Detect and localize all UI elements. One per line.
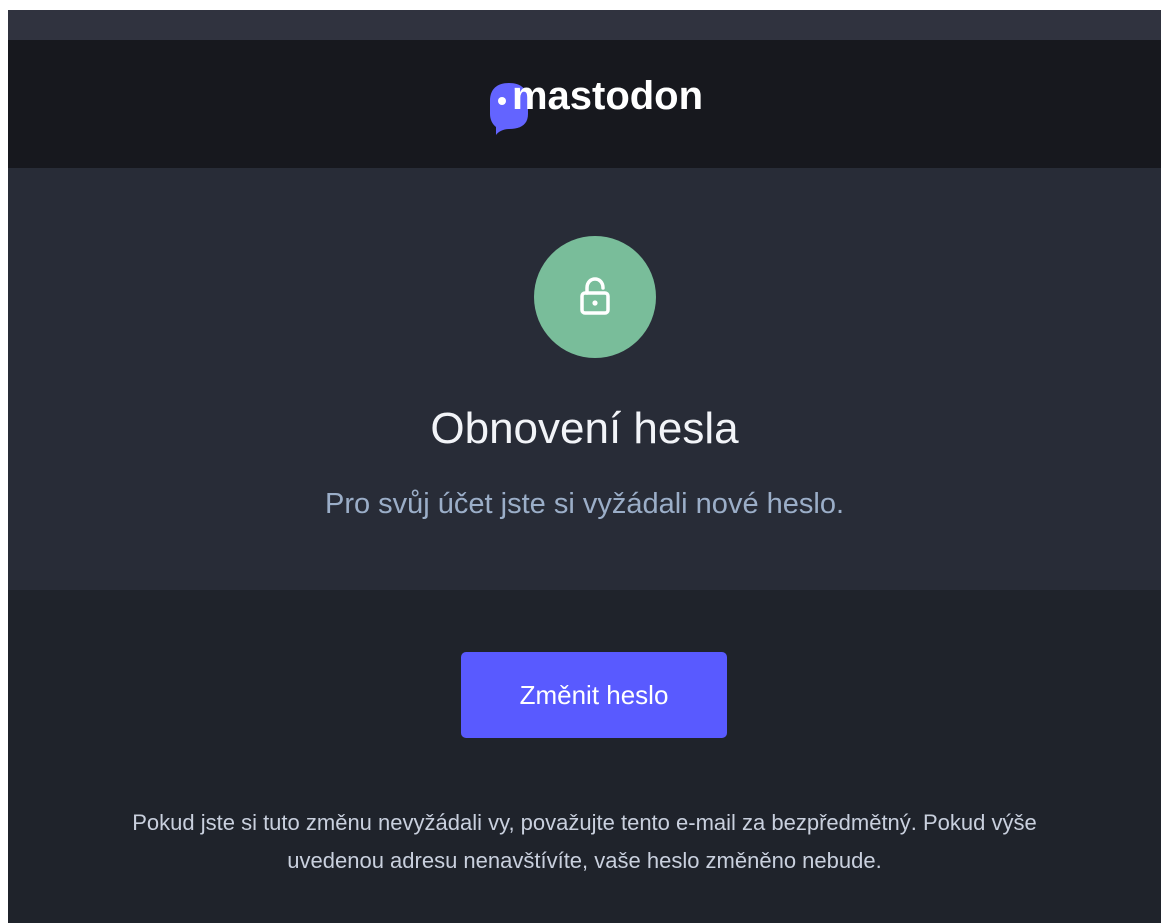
brand: mastodon <box>480 73 704 135</box>
brand-header: mastodon <box>8 40 1161 168</box>
unlock-icon-circle <box>534 236 656 358</box>
hero-section: Obnovení hesla Pro svůj účet jste si vyž… <box>8 168 1161 590</box>
top-strip <box>8 10 1161 40</box>
unlock-icon <box>580 277 610 315</box>
notice-line-2: uvedenou adresu nenavštívíte, vaše heslo… <box>287 848 882 873</box>
brand-name: mastodon <box>511 73 704 118</box>
hero-subtitle: Pro svůj účet jste si vyžádali nové hesl… <box>324 488 845 520</box>
action-section: Změnit heslo Pokud jste si tuto změnu ne… <box>8 590 1161 923</box>
page-title: Obnovení hesla <box>430 404 739 453</box>
email-frame: mastodon Obnovení hesla Pro svůj účet js… <box>8 10 1161 923</box>
change-password-button[interactable]: Změnit heslo <box>461 652 727 738</box>
security-notice: Pokud jste si tuto změnu nevyžádali vy, … <box>8 804 1161 880</box>
notice-line-1: Pokud jste si tuto změnu nevyžádali vy, … <box>132 810 1037 835</box>
